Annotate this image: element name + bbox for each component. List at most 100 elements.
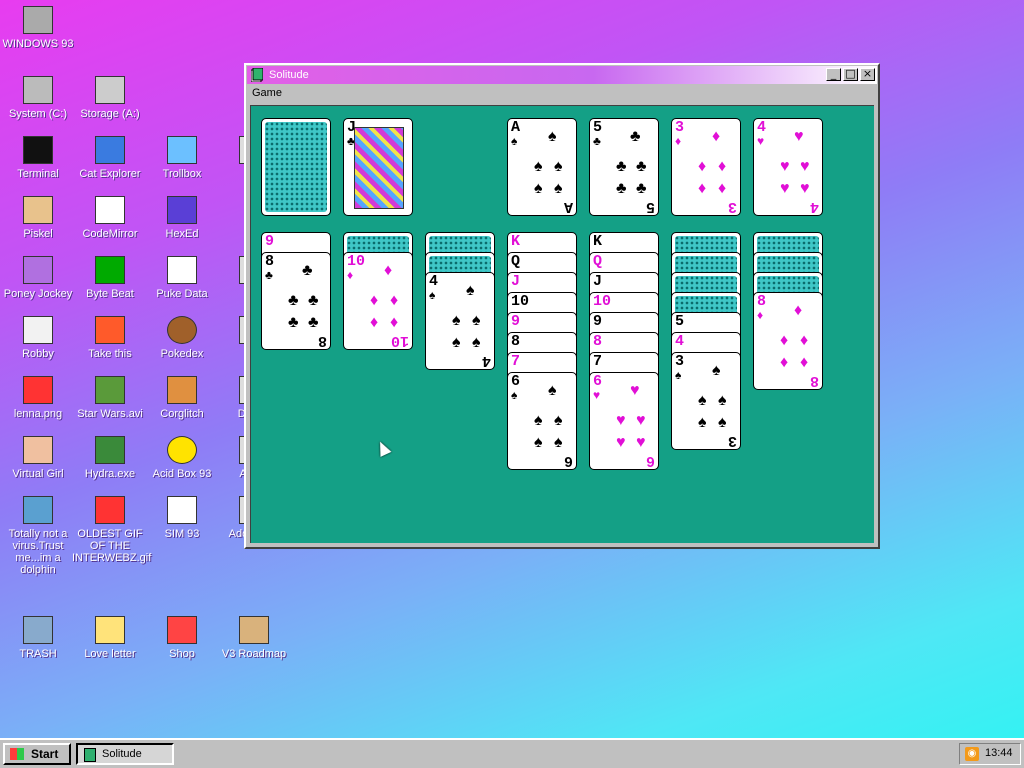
card-pip-icon: ♦	[698, 158, 707, 175]
waveform-icon	[93, 254, 127, 286]
desktop-icon[interactable]: Pokedex	[144, 314, 220, 360]
card-rank: K	[511, 233, 521, 250]
card-rank-bottom: 4	[481, 352, 491, 369]
card-pip-icon: ♥	[616, 434, 626, 451]
card-pip-icon: ♦	[370, 292, 379, 309]
rss-icon[interactable]: ◉	[965, 747, 979, 761]
card-rank-bottom: 3	[727, 198, 737, 215]
desktop-icon[interactable]: Terminal	[0, 134, 76, 180]
desktop-icon-label: SIM 93	[164, 528, 200, 540]
desktop-icon[interactable]: Robby	[0, 314, 76, 360]
playing-card[interactable]: J♣	[343, 118, 413, 216]
desktop-icon-label: Virtual Girl	[12, 468, 64, 480]
card-pip-icon: ♥	[780, 158, 790, 175]
card-pip-icon: ♦	[718, 158, 727, 175]
desktop-icon[interactable]: Piskel	[0, 194, 76, 240]
girl-icon	[21, 434, 55, 466]
playing-card[interactable]: 6 ♥ 6 ♥ ♥ ♥ ♥ ♥	[589, 372, 659, 470]
playing-card[interactable]: 8 ♦ 8 ♦ ♦ ♦ ♦ ♦	[753, 292, 823, 390]
playing-card[interactable]: 3 ♠ 3 ♠ ♠ ♠ ♠ ♠	[671, 352, 741, 450]
card-rank: 8	[593, 333, 603, 350]
card-suit-icon: ♥	[757, 134, 765, 148]
card-pip-icon: ♦	[712, 128, 721, 145]
start-button[interactable]: Start	[3, 743, 71, 765]
desktop-icon[interactable]: Totally not a virus.Trust me...im a dolp…	[0, 494, 76, 576]
desktop-icon[interactable]: Byte Beat	[72, 254, 148, 300]
card-suit-icon: ♠	[511, 134, 518, 148]
card-suit-icon: ♥	[593, 388, 601, 402]
pd-icon	[165, 254, 199, 286]
trash-icon	[21, 614, 55, 646]
playing-card[interactable]: 5 ♣ 5 ♣ ♣ ♣ ♣ ♣	[589, 118, 659, 216]
card-back[interactable]	[261, 118, 331, 216]
clock: 13:44	[985, 747, 1013, 759]
playing-card[interactable]: 8 ♣ 8 ♣ ♣ ♣ ♣ ♣	[261, 252, 331, 350]
envelope-icon	[93, 614, 127, 646]
start-logo-icon	[10, 748, 24, 760]
desktop-icon[interactable]: WINDOWS 93	[0, 4, 76, 50]
card-rank: 5	[675, 313, 685, 330]
card-suit-icon: ♦	[675, 134, 682, 148]
desktop-icon[interactable]: Poney Jockey	[0, 254, 76, 300]
palette-icon	[21, 194, 55, 226]
card-rank: J	[593, 273, 603, 290]
card-rank: 4	[757, 119, 767, 136]
minimize-button[interactable]: _	[826, 68, 841, 81]
desktop-icon-label: Hydra.exe	[84, 468, 136, 480]
maximize-button[interactable]: □	[843, 68, 858, 81]
card-pip-icon: ♠	[452, 312, 461, 329]
card-rank: 7	[593, 353, 603, 370]
desktop-icon[interactable]: SIM 93	[144, 494, 220, 540]
desktop-icon[interactable]: Cat Explorer	[72, 134, 148, 180]
playing-card[interactable]: 4 ♠ 4 ♠ ♠ ♠ ♠ ♠	[425, 272, 495, 370]
card-pip-icon: ♠	[452, 334, 461, 351]
card-pip-icon: ♣	[636, 158, 647, 175]
close-button[interactable]: ×	[860, 68, 875, 81]
desktop-icon[interactable]: Shop	[144, 614, 220, 660]
card-pip-icon: ♣	[616, 180, 627, 197]
desktop-icon[interactable]: Corglitch	[144, 374, 220, 420]
title-bar[interactable]: Solitude _ □ ×	[247, 66, 877, 84]
taskbar-solitude-button[interactable]: Solitude	[76, 743, 174, 765]
card-rank: 3	[675, 353, 685, 370]
card-rank: 10	[593, 293, 612, 310]
desktop-icon[interactable]: Virtual Girl	[0, 434, 76, 480]
playing-card[interactable]: 3 ♦ 3 ♦ ♦ ♦ ♦ ♦	[671, 118, 741, 216]
card-pip-icon: ♦	[800, 354, 809, 371]
card-pip-icon: ♥	[800, 158, 810, 175]
desktop-icon-label: TRASH	[19, 648, 57, 660]
desktop-icon[interactable]: HexEd	[144, 194, 220, 240]
playing-card[interactable]: 6 ♠ 6 ♠ ♠ ♠ ♠ ♠	[507, 372, 577, 470]
desktop-icon[interactable]: Trollbox	[144, 134, 220, 180]
card-rank: 4	[429, 273, 439, 290]
card-table: J♣A♠A♠♠♠♠♠5♣5♣♣♣♣♣3♦3♦♦♦♦♦4♥4♥♥♥♥♥9♥8♣8♣…	[250, 105, 874, 543]
desktop-icon[interactable]: System (C:)	[0, 74, 76, 120]
playing-card[interactable]: 4 ♥ 4 ♥ ♥ ♥ ♥ ♥	[753, 118, 823, 216]
desktop-icon[interactable]: Love letter	[72, 614, 148, 660]
desktop-icon-label: Puke Data	[156, 288, 208, 300]
playing-card[interactable]: 10 ♦ 10 ♦ ♦ ♦ ♦ ♦	[343, 252, 413, 350]
desktop-icon-label: Cat Explorer	[79, 168, 141, 180]
card-pip-icon: ♥	[636, 412, 646, 429]
desktop-icon[interactable]: V3 Roadmap	[216, 614, 292, 660]
character-icon	[93, 314, 127, 346]
desktop-icon[interactable]: TRASH	[0, 614, 76, 660]
card-rank: 9	[593, 313, 603, 330]
desktop-icon[interactable]: Acid Box 93	[144, 434, 220, 480]
desktop-icon[interactable]: CodeMirror	[72, 194, 148, 240]
desktop-icon[interactable]: Puke Data	[144, 254, 220, 300]
playing-card[interactable]: A ♠ A ♠ ♠ ♠ ♠ ♠	[507, 118, 577, 216]
card-suit-icon: ♣	[265, 268, 273, 282]
chat-icon	[165, 134, 199, 166]
desktop-icon-label: Trollbox	[162, 168, 202, 180]
desktop-icon[interactable]: Hydra.exe	[72, 434, 148, 480]
card-rank: 10	[511, 293, 530, 310]
desktop-icon[interactable]: OLDEST GIF OF THE INTERWEBZ.gif	[72, 494, 151, 564]
gift-icon	[165, 614, 199, 646]
menu-game[interactable]: Game	[252, 87, 282, 99]
desktop-icon[interactable]: Take this	[72, 314, 148, 360]
desktop-icon[interactable]: Storage (A:)	[72, 74, 148, 120]
desktop-icon[interactable]: Star Wars.avi	[72, 374, 148, 420]
desktop-icon[interactable]: lenna.png	[0, 374, 76, 420]
desktop-icon-label: Pokedex	[160, 348, 204, 360]
